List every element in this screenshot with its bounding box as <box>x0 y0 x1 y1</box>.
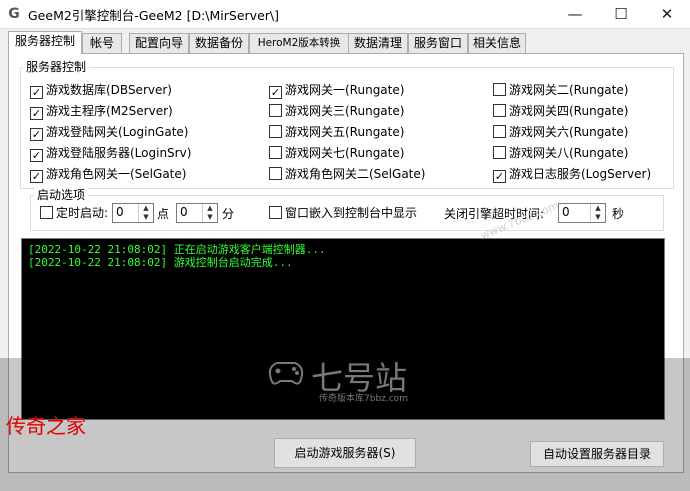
dim-overlay <box>0 358 690 491</box>
title-bar: G GeeM2引擎控制台-GeeM2 [D:\MirServer\] — ☐ ✕ <box>0 0 690 29</box>
tab-account[interactable]: 帐号 <box>82 33 122 53</box>
server-checkbox-label: 游戏登陆服务器(LoginSrv) <box>46 146 192 160</box>
app-icon: G <box>8 6 20 22</box>
tab-server-control[interactable]: 服务器控制 <box>8 31 82 54</box>
server-checkbox[interactable]: ✓ 游戏登陆服务器(LoginSrv) <box>30 145 192 162</box>
overlay-site-label: 传奇之家 <box>6 414 86 438</box>
timed-start-box[interactable] <box>40 206 53 219</box>
checkmark-icon[interactable]: ✓ <box>269 86 282 99</box>
minute-spinner[interactable]: 0 ▲ ▼ <box>176 203 218 223</box>
embed-window-checkbox[interactable]: 窗口嵌入到控制台中显示 <box>269 205 417 221</box>
checkbox-box[interactable] <box>269 104 282 117</box>
server-checkbox[interactable]: 游戏网关五(Rungate) <box>269 124 404 140</box>
tab-service-window[interactable]: 服务窗口 <box>408 33 468 53</box>
window-title: GeeM2引擎控制台-GeeM2 [D:\MirServer\] <box>28 8 279 23</box>
server-checkbox[interactable]: ✓ 游戏主程序(M2Server) <box>30 103 173 120</box>
checkbox-box[interactable] <box>493 104 506 117</box>
checkmark-icon[interactable]: ✓ <box>30 86 43 99</box>
minute-unit: 分 <box>222 207 235 221</box>
timed-start-checkbox[interactable]: 定时启动: <box>40 205 108 221</box>
checkmark-icon[interactable]: ✓ <box>30 170 43 183</box>
server-checkbox-label: 游戏网关二(Rungate) <box>509 83 629 97</box>
server-checkbox-label: 游戏数据库(DBServer) <box>46 83 172 97</box>
spin-arrows-icon[interactable]: ▲ ▼ <box>590 204 605 222</box>
server-checkbox[interactable]: ✓ 游戏网关一(Rungate) <box>269 82 405 99</box>
tab-data-cleanup[interactable]: 数据清理 <box>348 33 408 53</box>
checkmark-icon[interactable]: ✓ <box>30 128 43 141</box>
embed-window-label: 窗口嵌入到控制台中显示 <box>285 206 418 220</box>
log-line: [2022-10-22 21:08:02] 游戏控制台启动完成... <box>28 256 293 269</box>
server-control-legend: 服务器控制 <box>23 58 90 75</box>
startup-options-legend: 启动选项 <box>34 186 89 203</box>
timeout-spinner[interactable]: 0 ▲ ▼ <box>558 203 606 223</box>
checkbox-box[interactable] <box>493 83 506 96</box>
checkbox-box[interactable] <box>269 167 282 180</box>
server-checkbox-label: 游戏网关六(Rungate) <box>509 125 629 139</box>
server-checkbox-label: 游戏日志服务(LogServer) <box>509 167 652 181</box>
checkmark-icon[interactable]: ✓ <box>30 149 43 162</box>
server-checkbox-label: 游戏登陆网关(LoginGate) <box>46 125 189 139</box>
embed-window-box[interactable] <box>269 206 282 219</box>
checkmark-icon[interactable]: ✓ <box>30 107 43 120</box>
server-checkbox[interactable]: 游戏网关三(Rungate) <box>269 103 404 119</box>
tab-herom2-convert[interactable]: HeroM2版本转换 <box>249 33 349 53</box>
server-checkbox[interactable]: ✓ 游戏角色网关一(SelGate) <box>30 166 187 183</box>
checkbox-box[interactable] <box>493 146 506 159</box>
close-button[interactable]: ✕ <box>644 0 690 28</box>
minute-value: 0 <box>180 205 188 219</box>
spin-arrows-icon[interactable]: ▲ ▼ <box>138 204 153 222</box>
start-server-button[interactable]: 启动游戏服务器(S) <box>274 438 416 468</box>
timed-start-label: 定时启动: <box>56 206 109 220</box>
server-checkbox[interactable]: 游戏网关七(Rungate) <box>269 145 404 161</box>
checkbox-box[interactable] <box>269 125 282 138</box>
tab-data-backup[interactable]: 数据备份 <box>189 33 249 53</box>
server-checkbox-label: 游戏角色网关二(SelGate) <box>285 167 426 181</box>
maximize-button[interactable]: ☐ <box>598 0 644 28</box>
server-checkbox-label: 游戏网关三(Rungate) <box>285 104 405 118</box>
server-checkbox[interactable]: 游戏网关四(Rungate) <box>493 103 628 119</box>
timeout-unit: 秒 <box>612 207 625 221</box>
hour-unit: 点 <box>157 207 170 221</box>
checkbox-box[interactable] <box>269 146 282 159</box>
minimize-button[interactable]: — <box>552 0 598 28</box>
server-checkbox[interactable]: ✓ 游戏登陆网关(LoginGate) <box>30 124 189 141</box>
server-checkbox-label: 游戏网关八(Rungate) <box>509 146 629 160</box>
server-checkbox-label: 游戏角色网关一(SelGate) <box>46 167 187 181</box>
server-checkbox-label: 游戏主程序(M2Server) <box>46 104 173 118</box>
server-checkbox-label: 游戏网关七(Rungate) <box>285 146 405 160</box>
server-checkbox[interactable]: ✓ 游戏日志服务(LogServer) <box>493 166 652 183</box>
hour-value: 0 <box>116 205 124 219</box>
server-checkbox-label: 游戏网关一(Rungate) <box>285 83 405 97</box>
checkbox-box[interactable] <box>493 125 506 138</box>
hour-spinner[interactable]: 0 ▲ ▼ <box>112 203 154 223</box>
server-checkbox-label: 游戏网关四(Rungate) <box>509 104 629 118</box>
server-checkbox[interactable]: 游戏网关二(Rungate) <box>493 82 628 98</box>
timeout-value: 0 <box>562 205 570 219</box>
spin-arrows-icon[interactable]: ▲ ▼ <box>202 204 217 222</box>
auto-config-dir-button[interactable]: 自动设置服务器目录 <box>530 441 664 467</box>
server-checkbox-label: 游戏网关五(Rungate) <box>285 125 405 139</box>
checkmark-icon[interactable]: ✓ <box>493 170 506 183</box>
server-checkbox[interactable]: ✓ 游戏数据库(DBServer) <box>30 82 172 99</box>
server-checkbox[interactable]: 游戏角色网关二(SelGate) <box>269 166 425 182</box>
server-checkbox[interactable]: 游戏网关八(Rungate) <box>493 145 628 161</box>
tab-related-info[interactable]: 相关信息 <box>468 33 526 53</box>
tab-config-wizard[interactable]: 配置向导 <box>129 33 189 53</box>
server-checkbox[interactable]: 游戏网关六(Rungate) <box>493 124 628 140</box>
